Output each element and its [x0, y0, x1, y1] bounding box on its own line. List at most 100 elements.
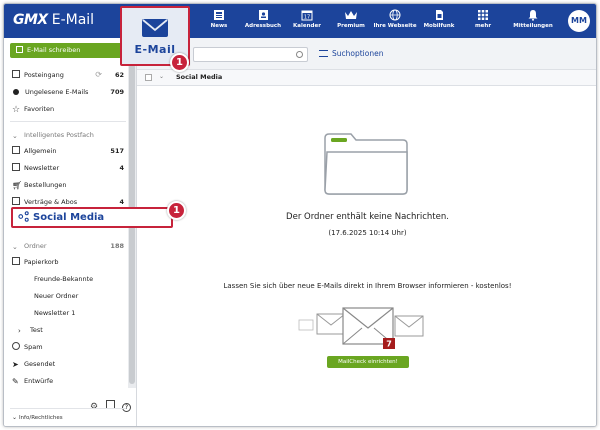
- folder-title: Social Media: [176, 73, 223, 81]
- user-avatar[interactable]: MM: [568, 10, 590, 32]
- sidebar-item-label: Neuer Ordner: [34, 292, 79, 300]
- sidebar-item-label: Verträge & Abos: [24, 198, 78, 206]
- sidebar-section-ordner[interactable]: ⌄ Ordner 188: [12, 239, 124, 253]
- sidebar-item-newsletter[interactable]: Newsletter 4: [12, 161, 124, 175]
- grid-icon: [478, 10, 488, 20]
- send-icon: ➤: [12, 360, 19, 369]
- star-icon: ☆: [12, 105, 21, 115]
- sidebar-footer-icons: ⚙?: [83, 394, 131, 413]
- sidebar-item-posteingang[interactable]: Posteingang ⟳ 62: [12, 68, 124, 82]
- sidebar-item-allgemein[interactable]: Allgemein 517: [12, 144, 124, 158]
- sidebar-item-newsletter-1[interactable]: Newsletter 1: [34, 306, 124, 320]
- select-all-checkbox[interactable]: [145, 74, 152, 81]
- sidebar-item-label: Entwürfe: [24, 377, 54, 385]
- nav-mobilfunk[interactable]: Mobilfunk: [417, 4, 461, 38]
- sidebar-item-label: Papierkorb: [24, 258, 59, 266]
- search-options-label: Suchoptionen: [332, 49, 384, 58]
- sidebar-item-neuer-ordner[interactable]: Neuer Ordner: [34, 289, 124, 303]
- nav-mehr-label: mehr: [474, 23, 492, 29]
- step-badge-email: 1: [170, 53, 189, 72]
- sidebar: E-Mail schreiben Posteingang ⟳ 62 Ungele…: [4, 38, 137, 426]
- chevron-down-icon: ⌄: [12, 414, 19, 421]
- mailcheck-setup-button[interactable]: MailCheck einrichten!: [327, 356, 409, 368]
- sidebar-item-freunde[interactable]: Freunde-Bekannte: [34, 272, 124, 286]
- news-icon: [214, 10, 224, 20]
- sidebar-item-label: Allgemein: [24, 147, 57, 155]
- nav-adressbuch[interactable]: Adressbuch: [241, 4, 285, 38]
- social-network-icon: [18, 211, 29, 222]
- bell-icon: [528, 10, 538, 21]
- chevron-right-icon[interactable]: ›: [18, 327, 26, 335]
- sidebar-item-social-media[interactable]: Social Media: [11, 207, 173, 228]
- newsletter-icon: [12, 163, 20, 171]
- chevron-down-icon: ⌄: [12, 243, 18, 251]
- search-icon[interactable]: [296, 51, 303, 58]
- spam-icon: [12, 342, 20, 350]
- brand-product-text: E-Mail: [51, 12, 95, 28]
- info-rechtliches-link[interactable]: ⌄ Info/Rechtliches: [12, 414, 63, 421]
- envelopes-illustration: 7: [298, 307, 424, 349]
- nav-kalender[interactable]: 17 Kalender: [285, 4, 329, 38]
- empty-folder-icon: [324, 133, 408, 195]
- empty-folder-message: Der Ordner enthält keine Nachrichten.: [286, 212, 449, 222]
- trash-icon: [12, 257, 20, 265]
- nav-mitteilungen[interactable]: Mitteilungen: [511, 4, 555, 38]
- nav-news-label: News: [210, 23, 228, 29]
- sidebar-item-count: 188: [110, 242, 124, 250]
- sidebar-item-label: Ungelesene E-Mails: [25, 88, 89, 96]
- inbox-icon: [12, 70, 20, 78]
- sidebar-item-count: 4: [119, 164, 124, 172]
- top-navigation-bar: GMXE-Mail ud News Adressbuch 17 Kalender…: [4, 4, 596, 38]
- sidebar-divider: [10, 121, 126, 122]
- sidebar-item-test[interactable]: › Test: [18, 323, 130, 337]
- sidebar-item-label: Social Media: [33, 212, 105, 223]
- chevron-down-icon[interactable]: ⌄: [159, 73, 164, 80]
- nav-premium[interactable]: Premium: [329, 4, 373, 38]
- mailcheck-promo-text: Lassen Sie sich über neue E-Mails direkt…: [223, 282, 512, 290]
- sidebar-section-label: Ordner: [24, 242, 47, 250]
- folder-list-icon: [12, 146, 20, 154]
- sidebar-item-entwuerfe[interactable]: ✎ Entwürfe: [12, 374, 124, 388]
- info-label: Info/Rechtliches: [18, 415, 63, 421]
- sidebar-item-gesendet[interactable]: ➤ Gesendet: [12, 357, 124, 371]
- sim-icon: [436, 10, 443, 20]
- unread-dot-icon: [13, 89, 19, 95]
- nav-webseite[interactable]: Ihre Webseite: [373, 4, 417, 38]
- sidebar-item-label: Spam: [24, 343, 43, 351]
- new-mail-count: 7: [386, 340, 392, 349]
- refresh-icon[interactable]: ⟳: [95, 68, 102, 82]
- sidebar-footer: ⚙? ⌄ Info/Rechtliches: [4, 388, 137, 426]
- sidebar-footer-divider: [10, 408, 126, 409]
- cart-icon: 🛒︎: [12, 181, 23, 190]
- filter-sliders-icon: [319, 50, 328, 57]
- search-options-link[interactable]: Suchoptionen: [319, 49, 383, 58]
- sidebar-item-favoriten[interactable]: ☆ Favoriten: [12, 102, 124, 116]
- search-toolbar: Suchoptionen: [137, 38, 596, 70]
- calendar-icon: 17: [301, 10, 313, 21]
- mail-list-header: ⌄ Social Media: [137, 70, 596, 86]
- sidebar-item-label: Freunde-Bekannte: [34, 275, 94, 283]
- sidebar-item-ungelesene[interactable]: Ungelesene E-Mails 709: [12, 85, 124, 99]
- compose-pen-icon: [16, 46, 23, 53]
- sidebar-section-label: Intelligentes Postfach: [24, 131, 94, 139]
- sidebar-item-bestellungen[interactable]: 🛒︎ Bestellungen: [12, 178, 124, 192]
- nav-news[interactable]: News: [197, 4, 241, 38]
- chevron-down-icon: ⌄: [12, 132, 18, 140]
- nav-webseite-label: Ihre Webseite: [373, 23, 417, 29]
- compose-email-button[interactable]: E-Mail schreiben: [10, 43, 127, 58]
- nav-adressbuch-label: Adressbuch: [244, 23, 282, 29]
- sidebar-item-count: 709: [110, 88, 124, 96]
- contract-icon: [12, 197, 20, 205]
- sidebar-item-label: Test: [30, 326, 43, 334]
- sidebar-item-spam[interactable]: Spam: [12, 340, 124, 354]
- gmx-logo[interactable]: GMX E-Mail: [13, 12, 94, 28]
- addressbook-icon: [259, 10, 268, 20]
- nav-mehr[interactable]: mehr: [461, 4, 505, 38]
- sidebar-item-papierkorb[interactable]: Papierkorb: [12, 255, 124, 269]
- sidebar-section-intelligentes-postfach[interactable]: ⌄ Intelligentes Postfach: [12, 128, 124, 142]
- search-input[interactable]: [193, 47, 308, 62]
- sidebar-item-label: Newsletter: [24, 164, 60, 172]
- compose-label: E-Mail schreiben: [27, 46, 81, 54]
- crown-icon: [345, 11, 357, 19]
- nav-premium-label: Premium: [337, 23, 365, 29]
